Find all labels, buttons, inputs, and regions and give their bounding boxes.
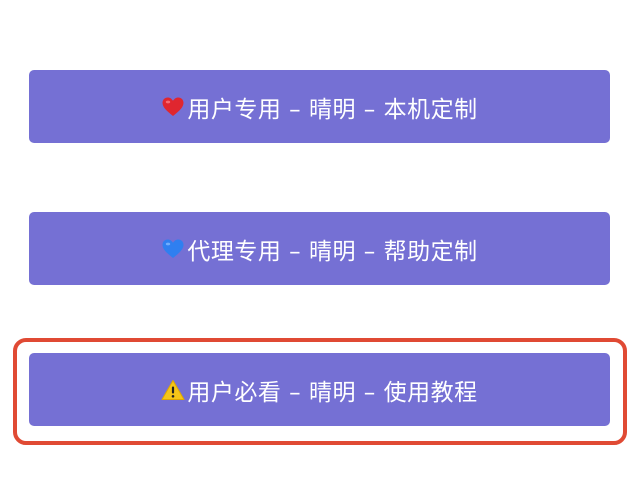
blue-heart-icon xyxy=(161,237,185,261)
user-guide-label: 用户必看 – 晴明 – 使用教程 xyxy=(187,379,478,406)
user-guide-button[interactable]: 用户必看 – 晴明 – 使用教程 xyxy=(29,353,610,426)
agent-custom-button[interactable]: 代理专用 – 晴明 – 帮助定制 xyxy=(29,212,610,285)
warning-icon xyxy=(161,378,185,402)
user-custom-label: 用户专用 – 晴明 – 本机定制 xyxy=(187,96,478,123)
user-custom-button[interactable]: 用户专用 – 晴明 – 本机定制 xyxy=(29,70,610,143)
agent-custom-label: 代理专用 – 晴明 – 帮助定制 xyxy=(187,238,478,265)
red-heart-icon xyxy=(161,95,185,119)
